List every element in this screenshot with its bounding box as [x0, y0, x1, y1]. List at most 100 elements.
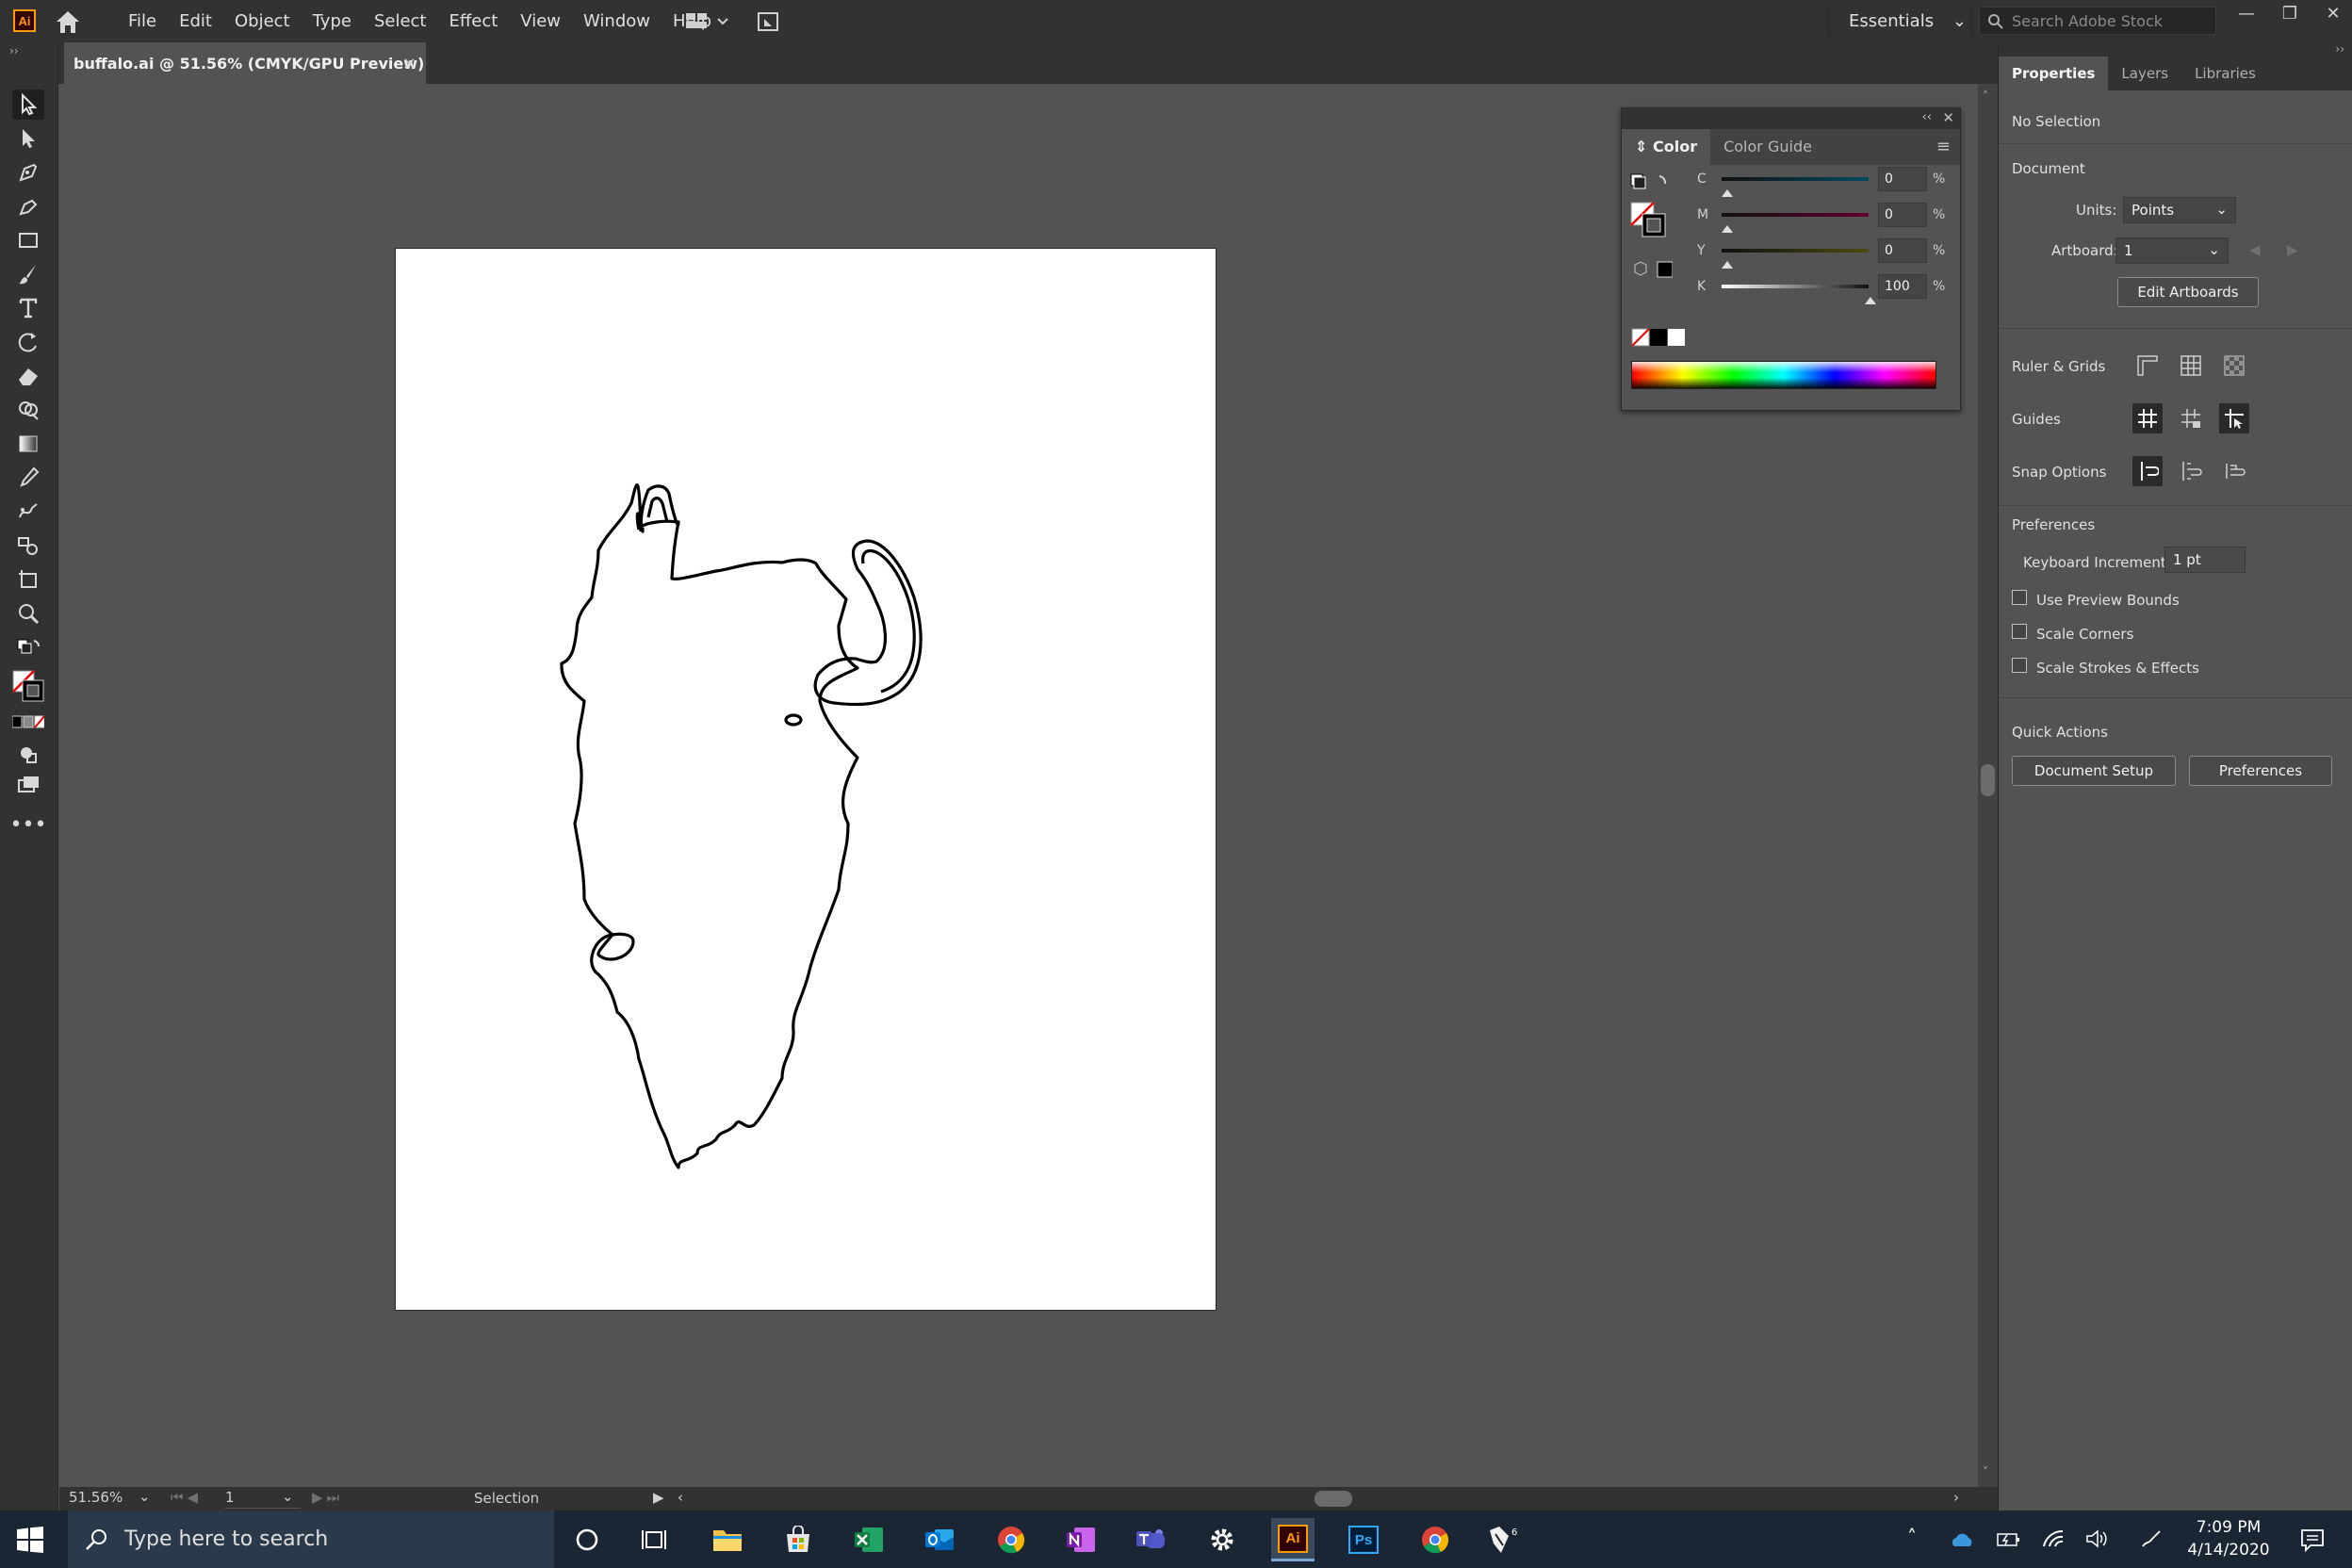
- task-view-icon[interactable]: [633, 1518, 677, 1561]
- onenote-icon[interactable]: [1059, 1518, 1102, 1561]
- scroll-down-arrow-icon[interactable]: ˅: [1983, 1465, 1988, 1478]
- chrome-profile-icon[interactable]: [1413, 1518, 1457, 1561]
- artboard-tool[interactable]: [12, 564, 44, 595]
- arrange-documents-icon[interactable]: [684, 9, 731, 32]
- menu-object[interactable]: Object: [223, 0, 302, 42]
- default-fill-stroke[interactable]: [12, 636, 44, 661]
- slider-thumbs[interactable]: [1720, 188, 1880, 310]
- snap-to-pixel-icon[interactable]: [2219, 456, 2249, 486]
- fill-stroke-widget[interactable]: [1629, 172, 1676, 257]
- menu-edit[interactable]: Edit: [168, 0, 223, 42]
- scroll-thumb[interactable]: [1981, 764, 1995, 796]
- collapse-icon[interactable]: ‹‹: [1922, 110, 1932, 124]
- ruler-icon[interactable]: [2132, 351, 2163, 381]
- file-explorer-icon[interactable]: [706, 1518, 749, 1561]
- volume-icon[interactable]: [2084, 1527, 2109, 1550]
- out-of-gamut-cube-icon[interactable]: [1631, 259, 1673, 280]
- blend-tool[interactable]: [12, 497, 44, 527]
- units-dropdown[interactable]: Points ⌄: [2123, 197, 2236, 223]
- artboard[interactable]: [395, 248, 1217, 1311]
- snap-to-point-icon[interactable]: [2132, 456, 2163, 486]
- black-value[interactable]: 100: [1878, 274, 1927, 299]
- menu-window[interactable]: Window: [572, 0, 662, 42]
- screen-mode-button[interactable]: [12, 770, 44, 800]
- zoom-level[interactable]: 51.56%: [69, 1489, 122, 1506]
- cortana-icon[interactable]: [565, 1518, 609, 1561]
- tab-libraries[interactable]: Libraries: [2181, 57, 2269, 90]
- color-panel-header[interactable]: ‹‹ ✕: [1622, 108, 1960, 129]
- next-last-artboard-icon[interactable]: ▶⏭: [312, 1489, 343, 1506]
- direct-selection-tool[interactable]: [12, 123, 44, 154]
- close-panel-icon[interactable]: ✕: [1942, 109, 1954, 126]
- outlook-icon[interactable]: [918, 1518, 961, 1561]
- windows-start-icon[interactable]: [17, 1527, 43, 1553]
- pen-tool[interactable]: [12, 157, 44, 188]
- prev-artboard-icon[interactable]: ◀: [2249, 241, 2261, 258]
- pen-workspace-icon[interactable]: [2139, 1527, 2164, 1550]
- artboard-dropdown-chevron-icon[interactable]: ⌄: [282, 1488, 294, 1505]
- settings-gear-icon[interactable]: [1200, 1518, 1244, 1561]
- shape-builder-tool[interactable]: [12, 395, 44, 425]
- horizontal-scroll-thumb[interactable]: [1315, 1491, 1352, 1507]
- panel-menu-icon[interactable]: ≡: [1936, 137, 1951, 156]
- scroll-right-arrow-icon[interactable]: ›: [1953, 1489, 1959, 1506]
- smart-guides-icon[interactable]: [2219, 403, 2249, 433]
- minimize-button[interactable]: —: [2228, 0, 2265, 28]
- excel-icon[interactable]: [847, 1518, 890, 1561]
- symbol-sprayer-tool[interactable]: [12, 531, 44, 561]
- tab-layers[interactable]: Layers: [2108, 57, 2181, 90]
- color-mode-buttons[interactable]: [12, 711, 44, 732]
- document-setup-button[interactable]: Document Setup: [2012, 756, 2176, 786]
- preferences-button[interactable]: Preferences: [2189, 756, 2332, 786]
- onedrive-icon[interactable]: [1949, 1529, 1975, 1550]
- tab-properties[interactable]: Properties: [1999, 57, 2109, 90]
- eraser-tool[interactable]: [12, 361, 44, 391]
- transparency-grid-icon[interactable]: [2219, 351, 2249, 381]
- close-document-icon[interactable]: ×: [402, 54, 416, 74]
- scale-corners-checkbox[interactable]: [2012, 624, 2027, 639]
- paintbrush-tool[interactable]: [12, 259, 44, 289]
- document-tab[interactable]: buffalo.ai @ 51.56% (CMYK/GPU Preview) ×: [64, 42, 426, 84]
- cyan-value[interactable]: 0: [1878, 167, 1927, 191]
- zoom-dropdown-chevron-icon[interactable]: ⌄: [139, 1488, 151, 1505]
- next-artboard-icon[interactable]: ▶: [2287, 241, 2298, 258]
- artboard-dropdown[interactable]: 1 ⌄: [2115, 237, 2229, 264]
- menu-file[interactable]: File: [117, 0, 168, 42]
- zoom-tool[interactable]: [12, 598, 44, 629]
- gradient-tool[interactable]: [12, 429, 44, 459]
- selection-tool[interactable]: [12, 90, 44, 120]
- cyan-track[interactable]: [1722, 177, 1869, 181]
- tab-color-guide[interactable]: Color Guide: [1710, 129, 1825, 165]
- edit-artboards-button[interactable]: Edit Artboards: [2117, 277, 2259, 307]
- menu-view[interactable]: View: [509, 0, 572, 42]
- lock-guides-icon[interactable]: [2176, 403, 2206, 433]
- magenta-value[interactable]: 0: [1878, 203, 1927, 227]
- show-hidden-icons-chevron-icon[interactable]: ˄: [1907, 1526, 1917, 1548]
- first-prev-artboard-icon[interactable]: ⏮◀: [171, 1489, 202, 1506]
- photoshop-icon[interactable]: Ps: [1342, 1518, 1385, 1561]
- scroll-up-arrow-icon[interactable]: ˄: [1983, 90, 1988, 103]
- close-window-button[interactable]: ✕: [2314, 0, 2352, 28]
- curvature-tool[interactable]: [12, 191, 44, 221]
- menu-effect[interactable]: Effect: [437, 0, 509, 42]
- menu-select[interactable]: Select: [363, 0, 438, 42]
- grid-icon[interactable]: [2176, 351, 2206, 381]
- keyboard-increment-input[interactable]: 1 pt: [2164, 547, 2246, 573]
- restore-button[interactable]: ❐: [2271, 0, 2309, 28]
- vertical-scrollbar[interactable]: ˄ ˅: [1978, 84, 1998, 1487]
- battery-charging-icon[interactable]: [1996, 1529, 2022, 1550]
- scroll-left-arrow-icon[interactable]: ‹: [678, 1489, 683, 1506]
- fill-stroke-swatches[interactable]: [12, 664, 44, 708]
- tab-color[interactable]: ⇕ Color: [1622, 129, 1711, 165]
- type-tool[interactable]: [12, 293, 44, 323]
- snap-to-grid-icon[interactable]: [2176, 456, 2206, 486]
- microsoft-store-icon[interactable]: [776, 1518, 820, 1561]
- eyedropper-tool[interactable]: [12, 463, 44, 493]
- app-badge-icon[interactable]: 6: [1483, 1518, 1527, 1561]
- collapse-dock-icon[interactable]: ››: [2335, 42, 2344, 56]
- chrome-icon[interactable]: [989, 1518, 1033, 1561]
- menu-type[interactable]: Type: [302, 0, 363, 42]
- use-preview-bounds-checkbox[interactable]: [2012, 590, 2027, 605]
- collapse-panel-icon[interactable]: ››: [9, 44, 19, 57]
- share-icon[interactable]: [756, 9, 780, 34]
